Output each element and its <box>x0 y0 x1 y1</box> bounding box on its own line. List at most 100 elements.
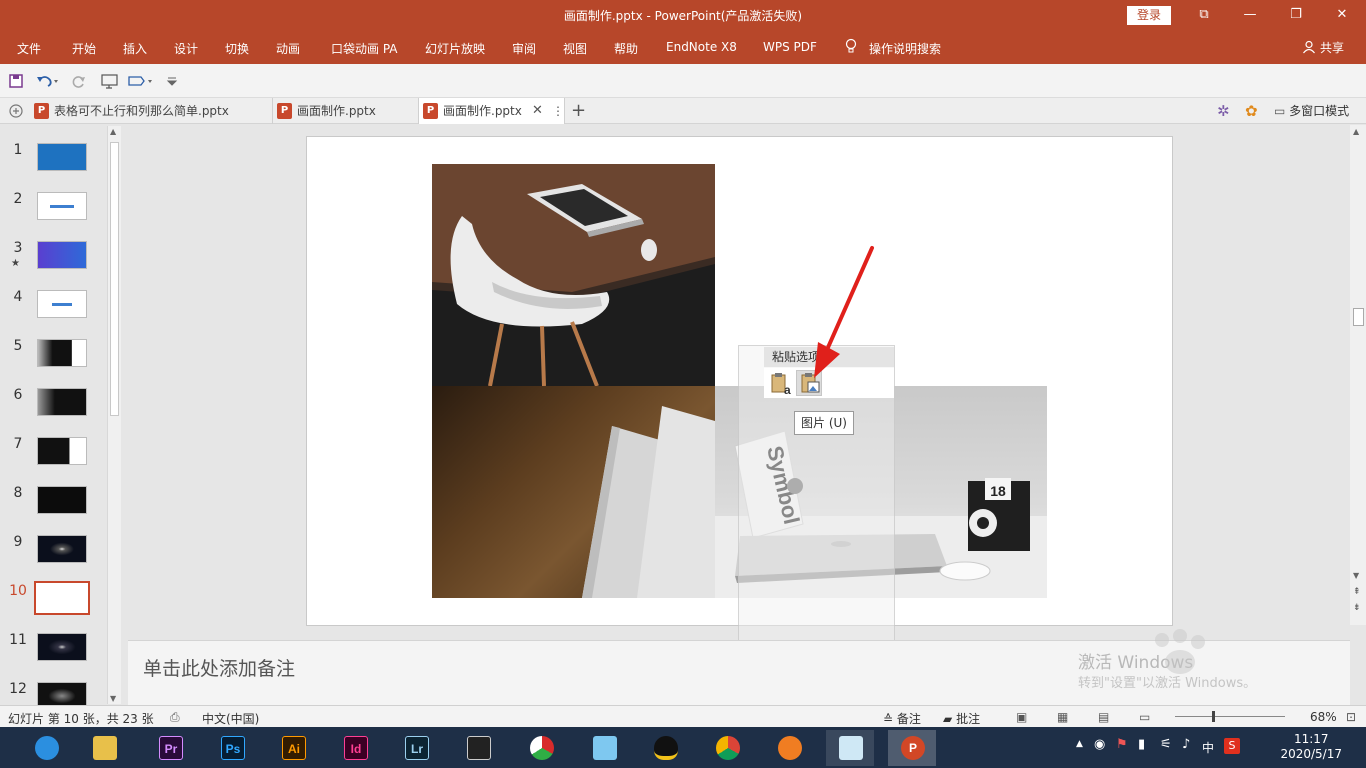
multi-window-label: 多窗口模式 <box>1289 104 1350 118</box>
tab-home[interactable]: 开始 <box>72 40 96 57</box>
normal-view-icon[interactable]: ▣ <box>1016 710 1027 724</box>
doc-tab-3-active[interactable]: P 画面制作.pptx ✕ ⋮ <box>419 98 565 124</box>
slide-sorter-icon[interactable]: ▦ <box>1057 710 1068 724</box>
taskbar-explorer[interactable] <box>80 730 128 766</box>
login-button[interactable]: 登录 <box>1127 6 1171 25</box>
tab-menu-icon[interactable]: ⋮ <box>552 98 564 124</box>
scroll-down-icon[interactable]: ▼ <box>1353 571 1359 580</box>
network-warning-icon[interactable]: ⚑ <box>1116 737 1128 752</box>
fit-to-window-icon[interactable]: ⊡ <box>1346 710 1356 724</box>
show-hidden-icons[interactable]: ▲ <box>1076 739 1083 749</box>
present-from-start-icon[interactable] <box>126 73 156 89</box>
slide-thumbnail[interactable]: 11 <box>0 632 110 672</box>
slide-thumbnail[interactable]: 9 <box>0 534 110 574</box>
slide-thumbnail[interactable]: 6 <box>0 387 110 427</box>
photo-desk-chair[interactable] <box>432 164 715 386</box>
tab-transitions[interactable]: 切换 <box>225 40 249 57</box>
slide-thumbnail[interactable]: 5 <box>0 338 110 378</box>
tab-view[interactable]: 视图 <box>563 40 587 57</box>
new-tab-icon[interactable]: + <box>571 98 586 124</box>
tab-file[interactable]: 文件 <box>17 40 41 57</box>
scrollbar-thumb[interactable] <box>1353 308 1364 326</box>
restore-icon[interactable]: ❐ <box>1273 0 1319 30</box>
slide-thumbnail[interactable]: 7 <box>0 436 110 476</box>
slide-thumbnail[interactable]: 2 <box>0 191 110 231</box>
tab-review[interactable]: 审阅 <box>512 40 536 57</box>
next-slide-icon[interactable]: ⇟ <box>1353 603 1361 613</box>
slide-thumbnail[interactable]: 3 ★ <box>0 240 110 280</box>
volume-icon[interactable]: ♪ <box>1182 737 1190 752</box>
tab-design[interactable]: 设计 <box>174 40 198 57</box>
taskbar-app-bird[interactable] <box>580 730 628 766</box>
slide-thumbnail[interactable]: 12 <box>0 681 110 705</box>
language-indicator[interactable]: 中文(中国) <box>202 710 259 727</box>
slideshow-view-icon[interactable]: ▭ <box>1139 710 1150 724</box>
sogou-ime-icon[interactable]: S <box>1224 738 1240 754</box>
tab-endnote[interactable]: EndNote X8 <box>666 40 737 54</box>
slide-preview <box>37 290 87 318</box>
slide-thumbnail[interactable]: 8 <box>0 485 110 525</box>
taskbar-premiere[interactable]: Pr <box>146 730 194 766</box>
system-clock[interactable]: 11:17 2020/5/17 <box>1280 732 1342 762</box>
taskbar-video-editor[interactable] <box>454 730 502 766</box>
multi-window-button[interactable]: ▭ 多窗口模式 <box>1274 98 1349 124</box>
ribbon-display-options-icon[interactable]: ⧉ <box>1181 0 1227 30</box>
slide-thumbnail[interactable]: 1 <box>0 142 110 182</box>
input-method-indicator[interactable]: 中 <box>1202 739 1214 756</box>
thumbnail-scrollbar[interactable]: ▲ ▼ <box>107 126 121 704</box>
slide-counter[interactable]: 幻灯片 第 10 张，共 23 张 <box>8 710 154 727</box>
scroll-up-icon[interactable]: ▲ <box>1353 127 1359 136</box>
zoom-slider-thumb[interactable] <box>1212 711 1215 722</box>
spelling-check-icon[interactable]: ⎙ <box>170 710 180 725</box>
taskbar-lightroom[interactable]: Lr <box>392 730 440 766</box>
tab-wps-pdf[interactable]: WPS PDF <box>763 40 817 54</box>
minimize-icon[interactable]: — <box>1227 0 1273 30</box>
slide-thumbnail-selected[interactable]: 10 <box>0 581 110 623</box>
close-icon[interactable]: ✕ <box>1319 0 1365 30</box>
share-button[interactable]: 共享 <box>1302 39 1344 56</box>
save-icon[interactable] <box>9 74 23 88</box>
doc-tab-2[interactable]: P 画面制作.pptx <box>273 98 419 124</box>
previous-slide-icon[interactable]: ⇞ <box>1353 587 1361 597</box>
taskbar-app-orange[interactable] <box>765 730 813 766</box>
zoom-slider[interactable] <box>1175 716 1285 717</box>
tab-pocket-animation[interactable]: 口袋动画 PA <box>331 40 398 57</box>
taskbar-browser[interactable] <box>22 730 70 766</box>
taskbar-chrome[interactable] <box>703 730 751 766</box>
reading-view-icon[interactable]: ▤ <box>1098 710 1109 724</box>
taskbar-app-umbrella[interactable] <box>517 730 565 766</box>
slide-scrollbar[interactable]: ▲ ▼ ⇞ ⇟ <box>1350 125 1366 625</box>
taskbar-photoshop[interactable]: Ps <box>208 730 256 766</box>
zoom-level[interactable]: 68% <box>1310 710 1337 724</box>
tell-me-search[interactable]: 操作说明搜索 <box>869 40 941 57</box>
scroll-down-icon[interactable]: ▼ <box>110 694 116 703</box>
tab-insert[interactable]: 插入 <box>123 40 147 57</box>
taskbar-qq[interactable] <box>641 730 689 766</box>
comments-toggle-button[interactable]: ▰ 批注 <box>943 710 980 727</box>
slide-thumbnail[interactable]: 4 <box>0 289 110 329</box>
taskbar-indesign[interactable]: Id <box>331 730 379 766</box>
scrollbar-thumb[interactable] <box>110 142 119 416</box>
taskbar-notepad[interactable] <box>826 730 874 766</box>
doc-tab-1[interactable]: P 表格可不止行和列那么简单.pptx <box>30 98 273 124</box>
notes-toggle-button[interactable]: ≙ 备注 <box>883 710 921 727</box>
scroll-up-icon[interactable]: ▲ <box>110 127 116 136</box>
slideshow-icon[interactable] <box>100 73 120 89</box>
qq-tray-icon[interactable]: ◉ <box>1094 737 1105 752</box>
tab-help[interactable]: 帮助 <box>614 40 638 57</box>
theme-icon[interactable]: ✲ <box>1217 98 1230 124</box>
battery-icon[interactable]: ▮ <box>1138 737 1145 752</box>
wifi-icon[interactable]: ⚟ <box>1160 737 1172 752</box>
customize-qat-icon[interactable] <box>166 75 178 87</box>
taskbar-illustrator[interactable]: Ai <box>269 730 317 766</box>
paste-keep-text-button[interactable]: a <box>766 370 792 397</box>
close-tab-icon[interactable]: ✕ <box>532 98 543 124</box>
undo-icon[interactable] <box>36 74 60 88</box>
settings-gear-icon[interactable]: ✿ <box>1245 98 1258 124</box>
tab-slideshow[interactable]: 幻灯片放映 <box>425 40 485 57</box>
redo-icon[interactable] <box>72 74 86 88</box>
tab-list-icon[interactable] <box>8 103 24 119</box>
tab-animations[interactable]: 动画 <box>276 40 300 57</box>
taskbar-powerpoint[interactable]: P <box>888 730 936 766</box>
photo-papers-wood[interactable] <box>432 386 715 598</box>
